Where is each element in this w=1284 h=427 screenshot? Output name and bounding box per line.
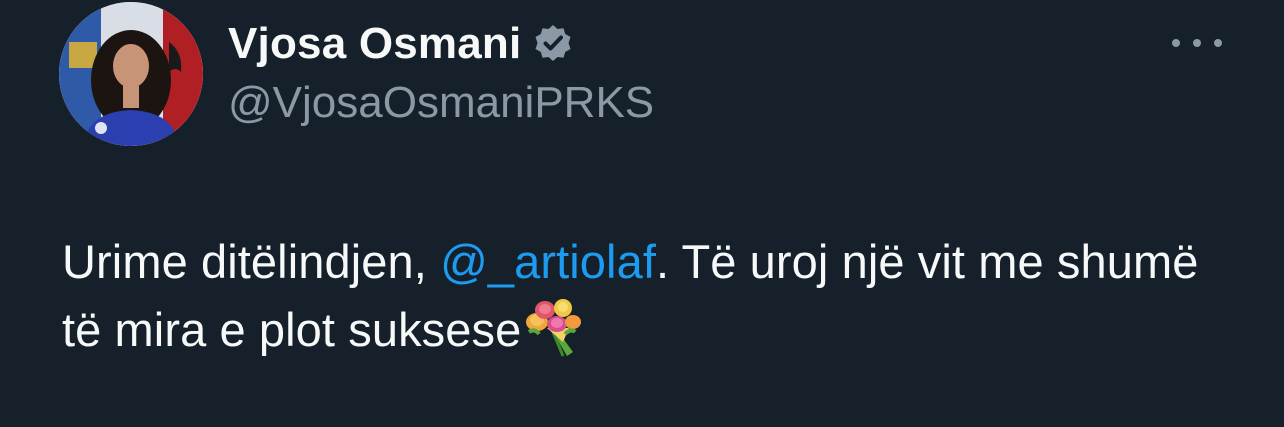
tweet-text-before: Urime ditëlindjen, <box>62 235 441 288</box>
more-dot-icon <box>1193 39 1201 47</box>
author-avatar[interactable] <box>59 2 203 146</box>
more-dot-icon <box>1172 39 1180 47</box>
tweet-text: Urime ditëlindjen, @_artiolaf. Të uroj n… <box>62 228 1242 364</box>
more-options-icon[interactable] <box>1172 26 1222 60</box>
author-handle[interactable]: @VjosaOsmaniPRKS <box>228 78 654 128</box>
bouquet-emoji-icon <box>523 298 585 358</box>
author-display-name[interactable]: Vjosa Osmani <box>228 19 521 69</box>
mention-link[interactable]: @_artiolaf <box>440 235 656 288</box>
author-name-row: Vjosa Osmani <box>228 18 575 70</box>
more-dot-icon <box>1214 39 1222 47</box>
verified-badge-icon[interactable] <box>531 22 575 66</box>
